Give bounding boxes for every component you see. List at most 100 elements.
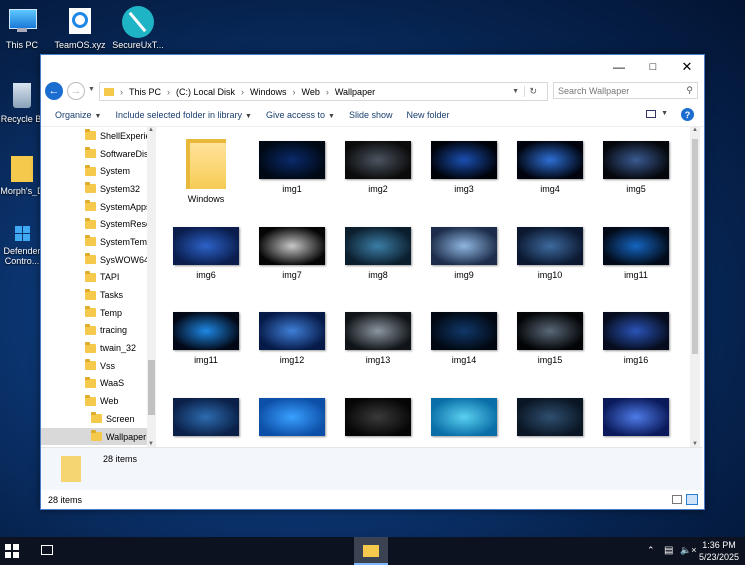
nav-item[interactable]: Tasks bbox=[41, 286, 156, 304]
image-thumbnail bbox=[517, 141, 583, 179]
nav-item[interactable]: ShellExperie bbox=[41, 127, 156, 145]
folder-icon bbox=[85, 182, 96, 194]
nav-item[interactable]: Screen bbox=[41, 410, 156, 428]
breadcrumb-local-disk[interactable]: (C:) Local Disk bbox=[176, 87, 235, 97]
scroll-up-icon[interactable]: ▲ bbox=[148, 127, 154, 133]
nav-item[interactable]: Vss bbox=[41, 357, 156, 375]
image-file-item[interactable]: img11 bbox=[596, 227, 676, 280]
maximize-button[interactable]: □ bbox=[636, 55, 670, 78]
change-view-icon[interactable] bbox=[646, 110, 656, 118]
help-icon[interactable]: ? bbox=[681, 108, 694, 121]
scroll-up-icon[interactable]: ▲ bbox=[692, 127, 698, 133]
desktop-icon-secureuxt[interactable]: SecureUxT... bbox=[110, 6, 166, 50]
image-file-item[interactable] bbox=[166, 398, 246, 436]
volume-muted-icon[interactable]: 🔈× bbox=[680, 545, 696, 556]
nav-item[interactable]: Web bbox=[41, 392, 156, 410]
new-folder-button[interactable]: New folder bbox=[406, 110, 449, 120]
nav-item[interactable]: twain_32 bbox=[41, 339, 156, 357]
nav-item[interactable]: tracing bbox=[41, 322, 156, 340]
nav-item[interactable]: System32 bbox=[41, 180, 156, 198]
image-file-item[interactable]: img14 bbox=[424, 312, 504, 365]
nav-item[interactable]: SystemTemp bbox=[41, 233, 156, 251]
show-hidden-icons-icon[interactable]: ⌃ bbox=[647, 545, 655, 556]
nav-item[interactable]: SysWOW64 bbox=[41, 251, 156, 269]
image-thumbnail bbox=[603, 312, 669, 350]
nav-item[interactable]: Wallpaper bbox=[41, 427, 156, 446]
navigation-pane[interactable]: ShellExperie SoftwareDist System System32 Sy… bbox=[41, 127, 157, 447]
forward-button[interactable]: → bbox=[67, 82, 85, 100]
image-file-item[interactable]: img7 bbox=[252, 227, 332, 280]
nav-item-label: Screen bbox=[106, 413, 135, 424]
nav-item[interactable]: Temp bbox=[41, 304, 156, 322]
file-name-label: img14 bbox=[451, 355, 477, 365]
folder-icon bbox=[85, 394, 96, 406]
image-thumbnail bbox=[517, 398, 583, 436]
image-file-item[interactable] bbox=[510, 398, 590, 436]
image-file-item[interactable]: img1 bbox=[252, 141, 332, 194]
file-list[interactable]: Windows img1 img2 img3 img4 img5 img6 img7 img8 i… bbox=[156, 127, 689, 447]
desktop-icon-teamos[interactable]: TeamOS.xyz bbox=[52, 6, 108, 50]
address-dropdown-icon[interactable]: ▼ bbox=[512, 88, 519, 95]
title-bar[interactable]: — □ ✕ bbox=[41, 55, 704, 78]
image-file-item[interactable]: img8 bbox=[338, 227, 418, 280]
image-file-item[interactable]: img9 bbox=[424, 227, 504, 280]
image-file-item[interactable]: img15 bbox=[510, 312, 590, 365]
nav-scrollbar[interactable]: ▲ ▼ bbox=[147, 127, 156, 447]
address-bar[interactable]: › This PC › (C:) Local Disk › Windows › … bbox=[99, 82, 548, 101]
breadcrumb-this-pc[interactable]: This PC bbox=[129, 87, 161, 97]
image-file-item[interactable]: img2 bbox=[338, 141, 418, 194]
nav-item[interactable]: System bbox=[41, 162, 156, 180]
task-view-icon[interactable] bbox=[41, 545, 53, 555]
nav-item[interactable]: TAPI bbox=[41, 269, 156, 287]
image-file-item[interactable]: img16 bbox=[596, 312, 676, 365]
nav-scroll-thumb[interactable] bbox=[148, 360, 155, 415]
content-scroll-thumb[interactable] bbox=[692, 139, 698, 354]
image-file-item[interactable]: img11 bbox=[166, 312, 246, 365]
refresh-icon[interactable]: ↻ bbox=[524, 86, 537, 97]
image-file-item[interactable] bbox=[596, 398, 676, 436]
content-scrollbar[interactable]: ▲ ▼ bbox=[690, 127, 700, 447]
nav-item[interactable]: SystemApps bbox=[41, 198, 156, 216]
nav-item[interactable]: SystemReso bbox=[41, 215, 156, 233]
image-file-item[interactable]: img10 bbox=[510, 227, 590, 280]
image-file-item[interactable]: img5 bbox=[596, 141, 676, 194]
recent-dropdown-icon[interactable]: ▼ bbox=[88, 86, 95, 93]
image-file-item[interactable]: img12 bbox=[252, 312, 332, 365]
image-file-item[interactable] bbox=[252, 398, 332, 436]
nav-item-label: Vss bbox=[100, 360, 116, 371]
breadcrumb-web[interactable]: Web bbox=[302, 87, 320, 97]
view-dropdown-icon[interactable]: ▼ bbox=[661, 110, 668, 117]
give-access-button[interactable]: Give access to ▼ bbox=[266, 110, 335, 120]
nav-item[interactable]: WaaS bbox=[41, 375, 156, 393]
clock[interactable]: 1:36 PM 5/23/2025 bbox=[699, 539, 739, 563]
taskbar-file-explorer-button[interactable] bbox=[354, 537, 388, 565]
organize-button[interactable]: Organize ▼ bbox=[55, 110, 101, 120]
slide-show-button[interactable]: Slide show bbox=[349, 110, 393, 120]
image-file-item[interactable]: img3 bbox=[424, 141, 504, 194]
folder-icon bbox=[85, 200, 96, 212]
nav-item-label: System32 bbox=[100, 183, 141, 194]
folder-icon bbox=[186, 135, 226, 189]
large-icons-view-icon[interactable] bbox=[686, 494, 698, 505]
folder-item[interactable]: Windows bbox=[166, 139, 246, 204]
back-button[interactable]: ← bbox=[45, 82, 63, 100]
details-view-icon[interactable] bbox=[672, 495, 682, 504]
image-file-item[interactable] bbox=[338, 398, 418, 436]
close-button[interactable]: ✕ bbox=[670, 55, 704, 78]
search-input[interactable]: Search Wallpaper ⚲ bbox=[553, 82, 698, 99]
image-file-item[interactable]: img4 bbox=[510, 141, 590, 194]
network-icon[interactable]: ▤ bbox=[664, 545, 673, 556]
start-button[interactable] bbox=[5, 544, 19, 558]
chevron-down-icon: ▼ bbox=[94, 113, 102, 120]
image-file-item[interactable] bbox=[424, 398, 504, 436]
breadcrumb-wallpaper[interactable]: Wallpaper bbox=[335, 87, 375, 97]
minimize-button[interactable]: — bbox=[602, 55, 636, 78]
image-thumbnail bbox=[431, 312, 497, 350]
nav-item[interactable]: SoftwareDist bbox=[41, 145, 156, 163]
breadcrumb-windows[interactable]: Windows bbox=[250, 87, 287, 97]
include-in-library-button[interactable]: Include selected folder in library ▼ bbox=[115, 110, 252, 120]
image-thumbnail bbox=[259, 141, 325, 179]
image-file-item[interactable]: img13 bbox=[338, 312, 418, 365]
desktop-icon-this-pc[interactable]: This PC bbox=[0, 6, 50, 50]
image-file-item[interactable]: img6 bbox=[166, 227, 246, 280]
